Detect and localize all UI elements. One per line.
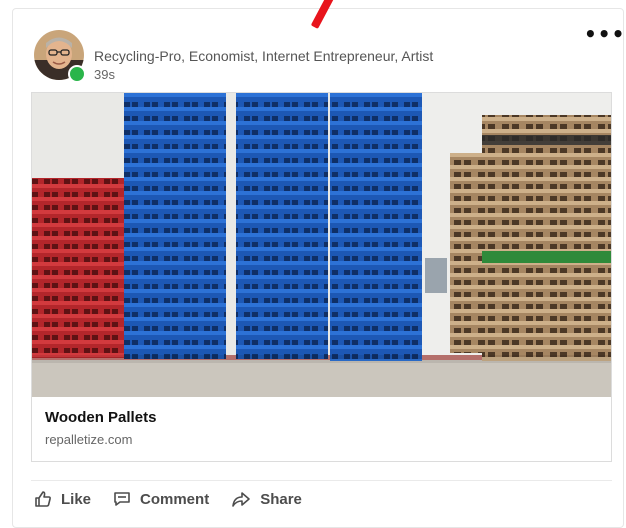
link-preview-card[interactable]: Wooden Pallets repalletize.com xyxy=(31,92,612,462)
like-button[interactable]: Like xyxy=(34,490,91,508)
like-label: Like xyxy=(61,490,92,508)
link-title[interactable]: Wooden Pallets xyxy=(45,409,156,426)
share-label: Share xyxy=(260,490,302,508)
link-preview-image[interactable] xyxy=(32,93,611,397)
online-status-icon xyxy=(68,65,86,83)
comment-icon xyxy=(114,492,130,506)
thumbs-up-icon xyxy=(35,491,51,507)
divider xyxy=(31,480,612,481)
author-headline[interactable]: Recycling-Pro, Economist, Internet Entre… xyxy=(94,48,433,64)
post-timestamp: 39s xyxy=(94,67,115,82)
link-domain: repalletize.com xyxy=(45,432,133,447)
comment-label: Comment xyxy=(140,490,210,508)
post-actions: Like Comment Share xyxy=(34,490,302,508)
comment-button[interactable]: Comment xyxy=(113,490,209,508)
more-options-button[interactable]: ••• xyxy=(584,24,624,44)
share-icon xyxy=(232,492,250,507)
share-button[interactable]: Share xyxy=(231,490,302,508)
